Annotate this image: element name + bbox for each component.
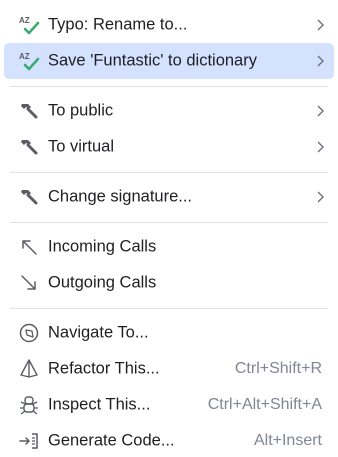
- menu-item-label: To public: [48, 101, 114, 120]
- refactor-icon: [18, 358, 40, 380]
- menu-item-label: Inspect This...: [48, 395, 151, 414]
- compass-icon: [18, 322, 40, 344]
- menu-item-change-signature[interactable]: Change signature...: [4, 179, 334, 215]
- chevron-right-icon: [317, 191, 324, 203]
- hammer-icon: [18, 100, 40, 122]
- menu-item-label: Navigate To...: [48, 323, 149, 342]
- menu-item-to-virtual[interactable]: To virtual: [4, 129, 334, 165]
- chevron-right-icon: [317, 105, 324, 117]
- menu-item-save-dictionary[interactable]: AZ Save 'Funtastic' to dictionary: [4, 43, 334, 79]
- hammer-icon: [18, 186, 40, 208]
- spellcheck-icon: AZ: [18, 14, 40, 36]
- menu-separator: [0, 215, 338, 229]
- menu-item-label: Outgoing Calls: [48, 273, 157, 292]
- chevron-right-icon: [317, 55, 324, 67]
- spellcheck-icon: AZ: [18, 50, 40, 72]
- menu-item-label: Refactor This...: [48, 359, 160, 378]
- shortcut-label: Ctrl+Shift+R: [234, 360, 322, 377]
- menu-separator: [0, 301, 338, 315]
- context-menu: AZ Typo: Rename to... AZ Save 'Funtastic…: [0, 0, 338, 457]
- menu-item-label: To virtual: [48, 137, 115, 156]
- menu-item-navigate-to[interactable]: Navigate To...: [4, 315, 334, 351]
- menu-item-inspect-this[interactable]: Inspect This... Ctrl+Alt+Shift+A: [4, 387, 334, 423]
- inspect-icon: [18, 394, 40, 416]
- chevron-right-icon: [317, 19, 324, 31]
- menu-item-to-public[interactable]: To public: [4, 93, 334, 129]
- hammer-icon: [18, 136, 40, 158]
- arrow-down-right-icon: [18, 272, 40, 294]
- menu-item-label: Save 'Funtastic' to dictionary: [48, 51, 257, 70]
- menu-item-typo-rename[interactable]: AZ Typo: Rename to...: [4, 7, 334, 43]
- svg-text:AZ: AZ: [19, 16, 30, 25]
- generate-icon: [18, 430, 40, 452]
- menu-item-refactor-this[interactable]: Refactor This... Ctrl+Shift+R: [4, 351, 334, 387]
- svg-text:AZ: AZ: [19, 52, 30, 61]
- shortcut-label: Ctrl+Alt+Shift+A: [207, 396, 322, 413]
- arrow-up-left-icon: [18, 236, 40, 258]
- chevron-right-icon: [317, 141, 324, 153]
- menu-item-label: Generate Code...: [48, 431, 175, 450]
- shortcut-label: Alt+Insert: [253, 432, 322, 449]
- menu-item-label: Incoming Calls: [48, 237, 157, 256]
- menu-separator: [0, 165, 338, 179]
- menu-item-label: Change signature...: [48, 187, 193, 206]
- menu-separator: [0, 79, 338, 93]
- menu-item-label: Typo: Rename to...: [48, 15, 188, 34]
- menu-item-incoming-calls[interactable]: Incoming Calls: [4, 229, 334, 265]
- menu-item-outgoing-calls[interactable]: Outgoing Calls: [4, 265, 334, 301]
- menu-item-generate-code[interactable]: Generate Code... Alt+Insert: [4, 423, 334, 457]
